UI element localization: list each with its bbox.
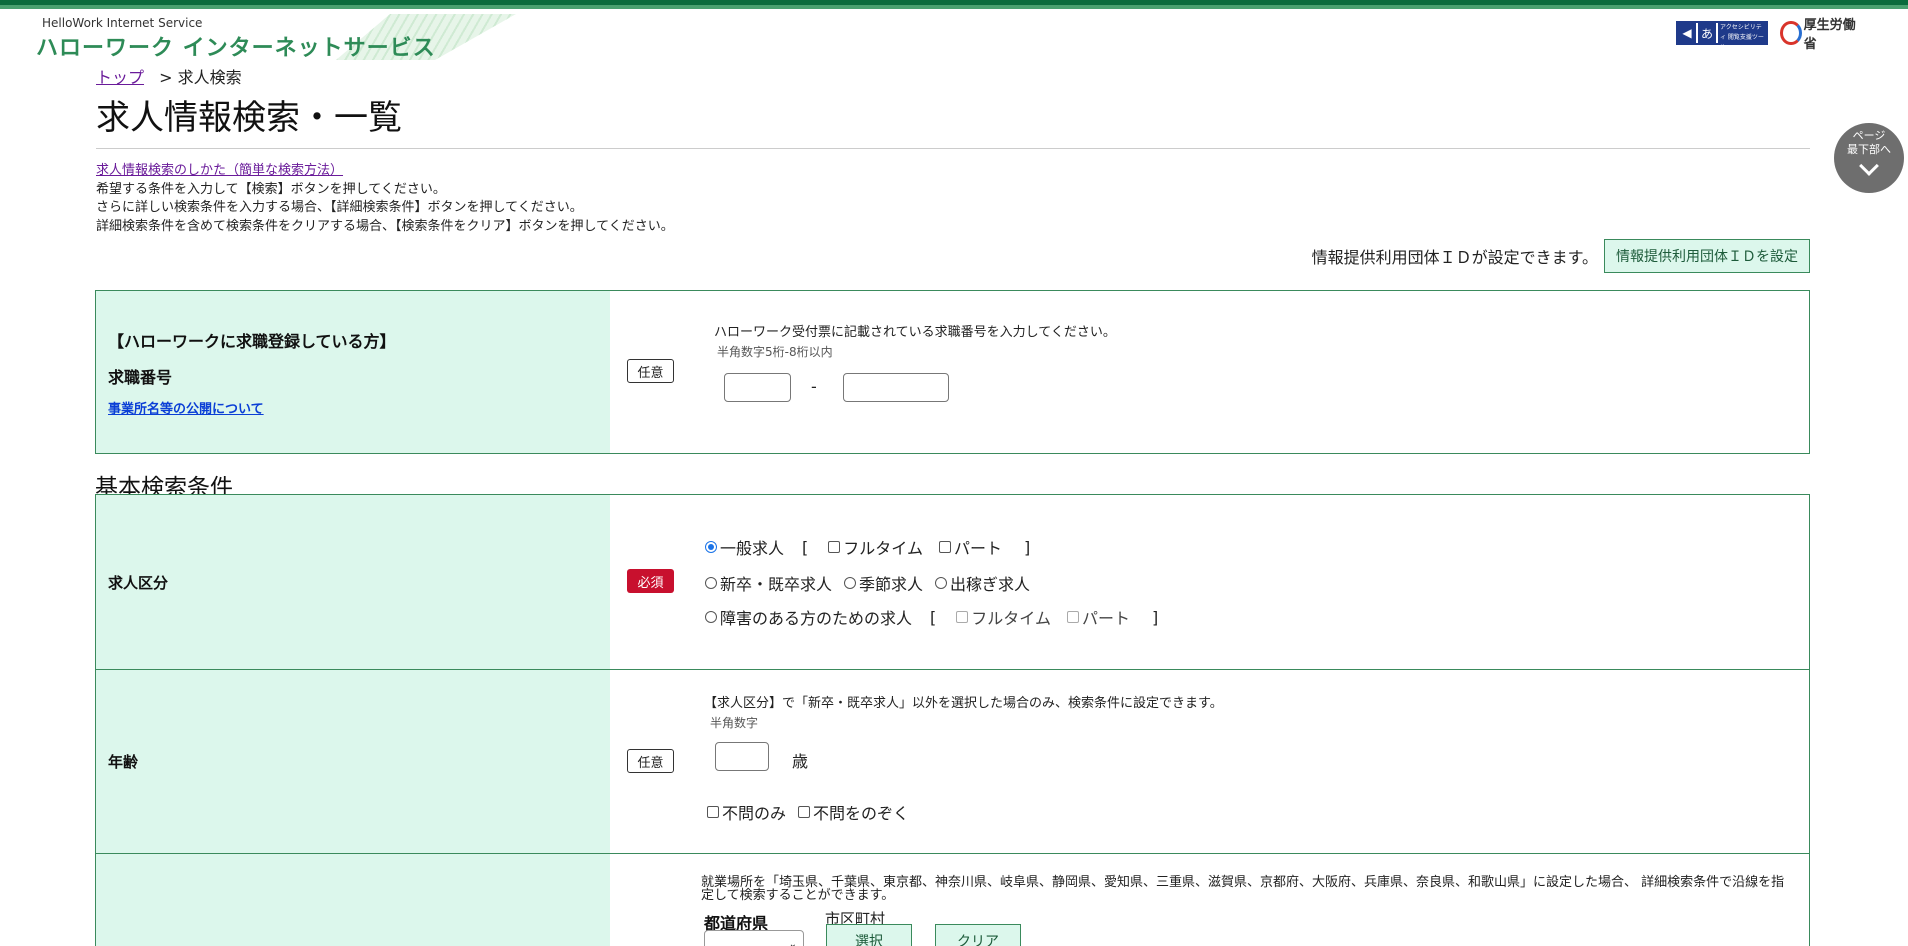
job-seeker-instruction: ハローワーク受付票に記載されている求職番号を入力してください。 [714,325,1116,340]
search-howto-link[interactable]: 求人情報検索のしかた（簡単な検索方法） [96,162,674,181]
bracket-open: [ [802,537,809,557]
job-category-label-cell: 求人区分 [96,495,610,669]
job-seeker-label-cell: 【ハローワークに求職登録している方】 求職番号 事業所名等の公開について [96,291,610,453]
accessibility-tool-button[interactable]: ◀ あ アクセシビリティ 閲覧支援ツール [1676,21,1768,51]
prefecture-select[interactable]: ⌄ [704,930,804,946]
required-tag: 必須 [627,569,674,593]
scroll-bottom-line1: ページ [1852,129,1886,142]
location-note: 就業場所を「埼玉県、千葉県、東京都、神奈川県、岐阜県、静岡県、愛知県、三重県、滋… [701,875,1785,903]
checkbox-unspecified-only[interactable] [707,806,719,818]
chevron-down-icon [1859,156,1879,176]
radio-migrant[interactable] [935,577,948,589]
exclude-unspecified-label: 不問をのぞく [813,804,910,823]
age-row: 年齢 任意 【求人区分】で「新卒・既卒求人」以外を選択した場合のみ、検索条件に設… [96,670,1809,854]
ministry-logo[interactable]: 厚生労働省 [1780,18,1860,52]
ministry-name: 厚生労働省 [1803,18,1856,52]
breadcrumb: トップ > 求人検索 [96,64,242,88]
logo-japanese-text: ハローワーク インターネットサービス [36,36,436,61]
breadcrumb-current: 求人検索 [177,68,242,87]
accessibility-badge-text: アクセシビリティ 閲覧支援ツール [1718,23,1766,51]
age-note: 【求人区分】で「新卒・既卒求人」以外を選択した場合のみ、検索条件に設定できます。 [704,696,1223,711]
unspecified-only-label: 不問のみ [722,804,787,823]
logo-english-text: HelloWork Internet Service [42,16,203,30]
job-seeker-hint: 半角数字5桁-8桁以内 [717,345,833,359]
help-line-1: 希望する条件を入力して【検索】ボタンを押してください。 [96,181,446,197]
id-setting-note: 情報提供利用団体ＩＤが設定できます。 [1311,248,1598,267]
checkbox-general-part[interactable] [938,541,951,553]
speaker-icon: ◀ [1678,23,1696,43]
job-seeker-number-input-2[interactable] [843,373,949,402]
city-select-button[interactable]: 選択 [826,924,912,946]
job-seeker-number-input-1[interactable] [724,373,791,402]
job-category-line-2: 新卒・既卒求人 季節求人 出稼ぎ求人 [705,571,1030,595]
optional-tag: 任意 [627,749,674,773]
job-category-input-cell: 必須 一般求人 [ フルタイム パート ] 新卒・既卒求人 季節求人 出稼ぎ求人 [610,495,1809,669]
age-input[interactable] [715,742,769,771]
checkbox-exclude-unspecified[interactable] [798,806,811,818]
disabled-part-label: パート [1081,609,1130,628]
job-seeker-input-cell: 任意 ハローワーク受付票に記載されている求職番号を入力してください。 半角数字5… [610,291,1809,453]
scroll-to-bottom-button[interactable]: ページ 最下部へ [1834,123,1904,193]
breadcrumb-top-link[interactable]: トップ [96,68,144,87]
general-fulltime-label: フルタイム [843,539,923,558]
seasonal-label: 季節求人 [859,575,924,594]
age-options: 不問のみ 不問をのぞく [707,800,909,824]
job-seeker-separator: - [811,377,817,396]
job-category-row: 求人区分 必須 一般求人 [ フルタイム パート ] 新卒・既卒求人 季節求人 … [96,495,1809,670]
new-grad-label: 新卒・既卒求人 [720,575,833,594]
city-clear-button[interactable]: クリア [935,924,1021,946]
general-part-label: パート [953,539,1002,558]
page-title: 求人情報検索・一覧 [96,98,402,138]
disabled-fulltime-label: フルタイム [971,609,1051,628]
title-divider [96,148,1810,149]
help-line-2: さらに詳しい検索条件を入力する場合、【詳細検索条件】ボタンを押してください。 [96,200,583,215]
general-job-label: 一般求人 [720,539,785,558]
help-text-block: 求人情報検索のしかた（簡単な検索方法） 希望する条件を入力して【検索】ボタンを押… [96,162,674,236]
disabled-job-label: 障害のある方のための求人 [720,609,913,628]
checkbox-general-fulltime[interactable] [828,541,841,553]
checkbox-disabled-part[interactable] [1066,611,1079,623]
age-hint: 半角数字 [710,716,759,730]
location-label-cell [96,854,610,946]
job-category-line-1: 一般求人 [ フルタイム パート ] [705,535,1030,559]
id-setting-area: 情報提供利用団体ＩＤが設定できます。 情報提供利用団体ＩＤを設定 [1312,239,1810,273]
bracket-close: ] [1023,537,1031,557]
ministry-emblem-icon [1780,21,1802,45]
hellowork-logo[interactable]: HelloWork Internet Service ハローワーク インターネッ… [36,14,516,61]
job-seeker-heading: 【ハローワークに求職登録している方】 [108,331,396,351]
checkbox-disabled-fulltime[interactable] [956,611,969,623]
job-category-line-3: 障害のある方のための求人 [ フルタイム パート ] [705,605,1158,629]
optional-tag: 任意 [627,359,674,383]
location-row: 就業場所を「埼玉県、千葉県、東京都、神奈川県、岐阜県、静岡県、愛知県、三重県、滋… [96,854,1809,946]
breadcrumb-separator: > [159,68,173,87]
radio-seasonal[interactable] [844,577,857,589]
radio-disabled-job[interactable] [705,611,717,623]
chevron-down-icon: ⌄ [788,939,797,946]
age-input-cell: 任意 【求人区分】で「新卒・既卒求人」以外を選択した場合のみ、検索条件に設定でき… [610,670,1809,853]
age-unit: 歳 [792,752,809,771]
job-seeker-row: 【ハローワークに求職登録している方】 求職番号 事業所名等の公開について 任意 … [96,291,1809,453]
age-label-cell: 年齢 [96,670,610,853]
top-accent-bar [0,0,1908,9]
radio-new-grad[interactable] [705,577,717,589]
location-input-cell: 就業場所を「埼玉県、千葉県、東京都、神奈川県、岐阜県、静岡県、愛知県、三重県、滋… [610,854,1809,946]
bracket-open-2: [ [930,607,937,627]
help-line-3: 詳細検索条件を含めて検索条件をクリアする場合、【検索条件をクリア】ボタンを押して… [96,218,674,234]
bracket-close-2: ] [1151,607,1159,627]
hiragana-icon: あ [1698,23,1716,43]
job-category-label: 求人区分 [108,573,169,592]
company-disclosure-link[interactable]: 事業所名等の公開について [108,398,610,417]
job-seeker-number-label: 求職番号 [108,367,173,387]
age-label: 年齢 [108,753,139,771]
scroll-bottom-line2: 最下部へ [1847,143,1891,156]
radio-general-job[interactable] [705,541,717,553]
job-seeker-number-panel: 【ハローワークに求職登録している方】 求職番号 事業所名等の公開について 任意 … [95,290,1810,454]
basic-conditions-panel: 求人区分 必須 一般求人 [ フルタイム パート ] 新卒・既卒求人 季節求人 … [95,494,1810,946]
migrant-label: 出稼ぎ求人 [950,575,1031,594]
set-provider-id-button[interactable]: 情報提供利用団体ＩＤを設定 [1604,239,1810,273]
